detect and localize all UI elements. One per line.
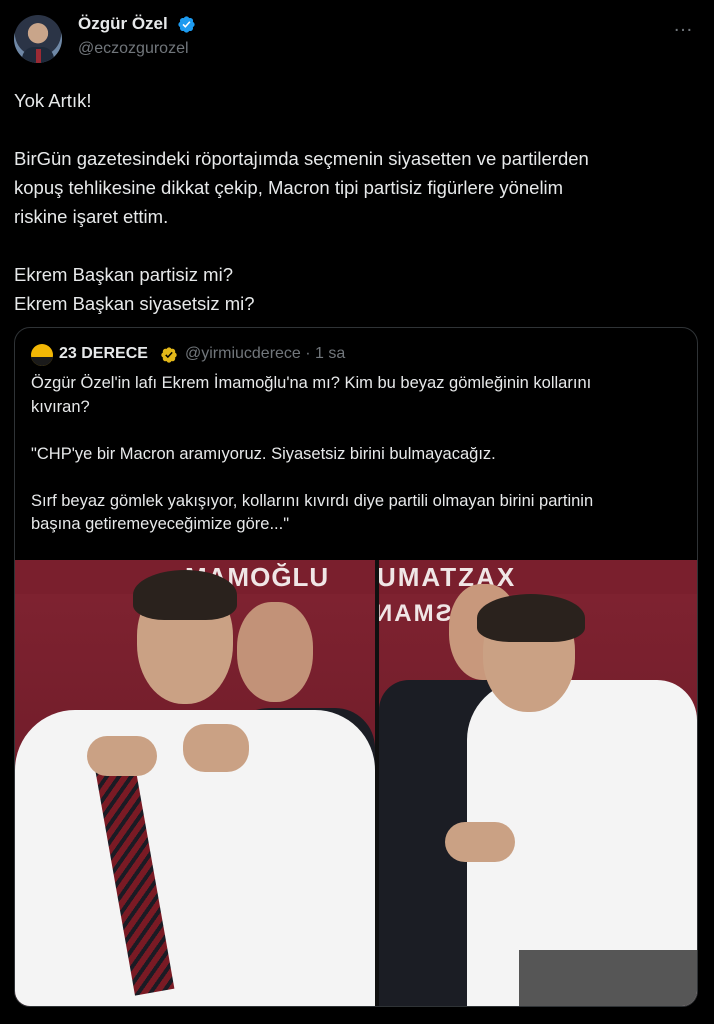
quoted-text: Özgür Özel'in lafı Ekrem İmamoğlu'na mı?… xyxy=(31,372,686,537)
quoted-gap xyxy=(31,419,686,443)
person-right-hand xyxy=(445,822,515,862)
bystander-head xyxy=(237,602,313,702)
tweet-line: Ekrem Başkan partisiz mi? xyxy=(14,264,233,285)
author-name[interactable]: Özgür Özel xyxy=(78,14,168,34)
person-left-hand xyxy=(87,736,157,776)
tweet-gap xyxy=(14,231,704,260)
gold-verified-badge-icon xyxy=(161,347,177,363)
quoted-author-name[interactable]: 23 DERECE xyxy=(59,345,148,363)
tweet-line: Ekrem Başkan siyasetsiz mi? xyxy=(14,293,255,314)
tweet-gap xyxy=(14,115,704,144)
quoted-line: kıvıran? xyxy=(31,397,90,416)
person-right-trousers xyxy=(519,950,697,1006)
quoted-tweet[interactable]: 23 DERECE @yirmiucderece · 1 sa Özgür Öz… xyxy=(14,327,698,1007)
tweet-line: kopuş tehlikesine dikkat çekip, Macron t… xyxy=(14,177,564,198)
tweet: Özgür Özel @eczozgurozel … Yok Artık! Bi… xyxy=(0,0,714,1024)
photo-banner xyxy=(15,560,697,594)
quoted-photo[interactable]: MAMOĞLU UMATZAX ИAMƧA xyxy=(15,560,697,1006)
quoted-line: başına getiremeyeceğimize göre..." xyxy=(31,515,290,533)
avatar-tie xyxy=(36,49,41,63)
quoted-handle-time[interactable]: @yirmiucderece · 1 sa xyxy=(185,345,345,363)
quoted-avatar-band xyxy=(31,357,53,366)
person-right-hair xyxy=(477,594,585,642)
person-left-hand-2 xyxy=(183,724,249,772)
quoted-line: Özgür Özel'in lafı Ekrem İmamoğlu'na mı?… xyxy=(31,374,592,392)
more-options-icon[interactable]: … xyxy=(673,14,694,37)
tweet-line: riskine işaret ettim. xyxy=(14,206,169,227)
verified-badge-icon xyxy=(178,16,195,33)
quoted-line: "CHP'ye bir Macron aramıyoruz. Siyasetsi… xyxy=(31,444,496,463)
quoted-gap xyxy=(31,466,686,490)
author-handle[interactable]: @eczozgurozel xyxy=(78,40,189,58)
quoted-avatar[interactable] xyxy=(31,344,53,366)
tweet-line: Yok Artık! xyxy=(14,90,92,111)
person-left-hair xyxy=(133,570,237,620)
author-avatar[interactable] xyxy=(14,15,62,63)
tweet-text: Yok Artık! BirGün gazetesindeki röportaj… xyxy=(14,86,704,318)
quoted-line: Sırf beyaz gömlek yakışıyor, kollarını k… xyxy=(31,491,594,510)
tweet-line: BirGün gazetesindeki röportajımda seçmen… xyxy=(14,148,589,169)
